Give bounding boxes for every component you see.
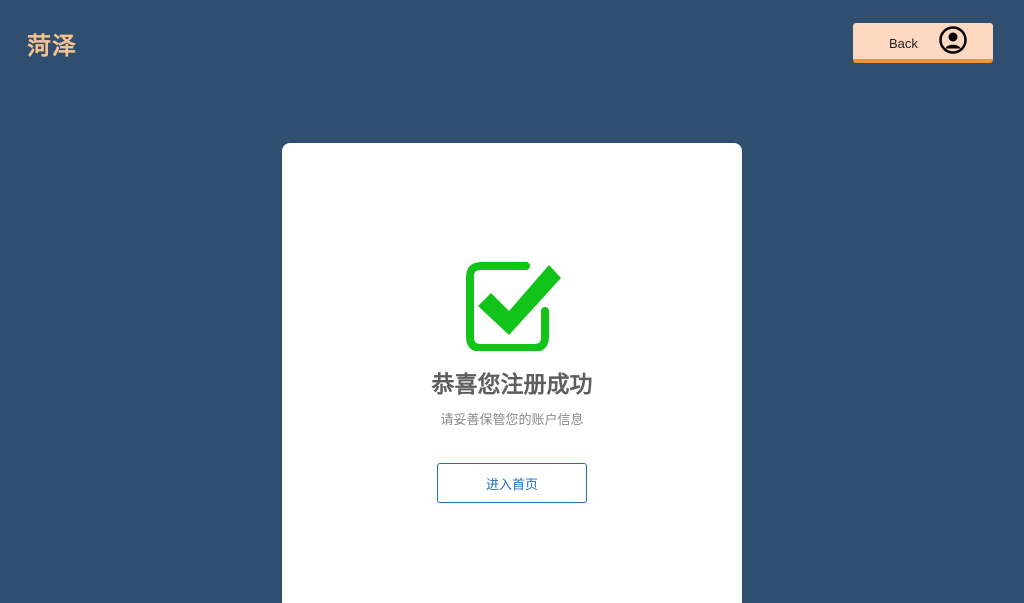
success-title: 恭喜您注册成功: [431, 372, 593, 398]
back-button[interactable]: Back: [853, 23, 993, 63]
enter-homepage-button[interactable]: 进入首页: [437, 463, 587, 503]
checkbox-check-icon: [466, 262, 561, 351]
back-button-label: Back: [889, 36, 918, 51]
success-subtitle: 请妥善保管您的账户信息: [440, 413, 584, 428]
user-avatar-icon: [939, 26, 967, 54]
registration-success-card: 恭喜您注册成功 请妥善保管您的账户信息 进入首页: [282, 143, 742, 603]
site-logo: 菏泽: [27, 32, 77, 60]
